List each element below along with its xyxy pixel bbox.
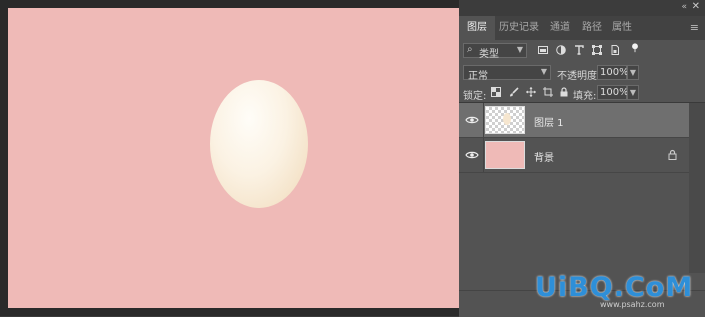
lock-position-icon[interactable]: [526, 87, 536, 97]
watermark-url: www.psahz.com: [600, 300, 665, 309]
smart-object-filter-icon[interactable]: [610, 45, 620, 55]
layer-list: 图层 1 背景: [459, 103, 689, 273]
eye-icon[interactable]: [465, 114, 479, 126]
layers-panel: « ✕ 图层 历史记录 通道 路径 属性 ≡ ⌕ 类型 ▼ 正常 ▼ 不透明度:…: [459, 0, 705, 317]
type-filter-icon[interactable]: [574, 45, 584, 55]
opacity-dropdown-button[interactable]: ▼: [627, 65, 639, 80]
lock-paint-icon[interactable]: [509, 87, 519, 97]
blend-mode-select[interactable]: 正常 ▼: [463, 65, 551, 82]
lock-artboard-icon[interactable]: [543, 87, 553, 97]
layer-row-layer1[interactable]: 图层 1: [459, 103, 689, 138]
chevron-down-icon: ▼: [540, 67, 547, 76]
layer-name[interactable]: 图层 1: [534, 114, 564, 129]
kind-filter-select[interactable]: ⌕ 类型 ▼: [463, 43, 527, 60]
kind-filter-label: 类型: [479, 49, 499, 60]
close-icon[interactable]: ✕: [692, 1, 700, 12]
opacity-label: 不透明度:: [557, 71, 601, 82]
fill-dropdown-button[interactable]: ▼: [627, 85, 639, 100]
fill-label: 填充:: [573, 91, 597, 102]
document-area: [0, 0, 459, 316]
egg-shape: [210, 80, 308, 208]
blend-mode-value: 正常: [468, 71, 488, 82]
thumbnail-egg: [503, 113, 511, 125]
lock-transparent-icon[interactable]: [491, 87, 501, 97]
tab-channels[interactable]: 通道: [543, 16, 577, 40]
layer-row-background[interactable]: 背景: [459, 138, 689, 173]
blend-row: 正常 ▼ 不透明度: 100% ▼: [459, 62, 705, 84]
lock-row: 锁定: 填充: 100% ▼: [459, 84, 705, 102]
scrollbar[interactable]: [689, 103, 705, 273]
canvas[interactable]: [8, 8, 459, 308]
lock-label: 锁定:: [463, 91, 487, 102]
panel-tabs: 图层 历史记录 通道 路径 属性 ≡: [459, 16, 705, 40]
tab-properties[interactable]: 属性: [607, 16, 637, 40]
tab-history[interactable]: 历史记录: [495, 16, 543, 40]
chevron-down-icon: ▼: [516, 45, 523, 54]
layer-name[interactable]: 背景: [534, 149, 554, 164]
shape-filter-icon[interactable]: [592, 45, 602, 55]
lock-all-icon[interactable]: [559, 87, 569, 97]
divider: [483, 138, 484, 172]
fill-input[interactable]: 100%: [597, 85, 629, 100]
panel-title-strip: « ✕: [459, 0, 705, 16]
filter-toggle-icon[interactable]: [630, 43, 640, 53]
adjustment-filter-icon[interactable]: [556, 45, 566, 55]
lock-icon: [668, 149, 677, 160]
double-chevron-left-icon[interactable]: «: [681, 2, 687, 12]
divider: [483, 103, 484, 137]
panel-menu-icon[interactable]: ≡: [690, 21, 699, 34]
search-icon: ⌕: [467, 44, 473, 55]
watermark-logo: UiBQ.CoM: [535, 272, 694, 303]
pixel-filter-icon[interactable]: [538, 45, 548, 55]
layer-thumbnail: [485, 141, 525, 169]
opacity-input[interactable]: 100%: [597, 65, 629, 80]
eye-icon[interactable]: [465, 149, 479, 161]
tab-paths[interactable]: 路径: [577, 16, 607, 40]
tab-layers[interactable]: 图层: [459, 16, 495, 40]
layer-thumbnail: [485, 106, 525, 134]
filter-row: ⌕ 类型 ▼: [459, 40, 705, 62]
